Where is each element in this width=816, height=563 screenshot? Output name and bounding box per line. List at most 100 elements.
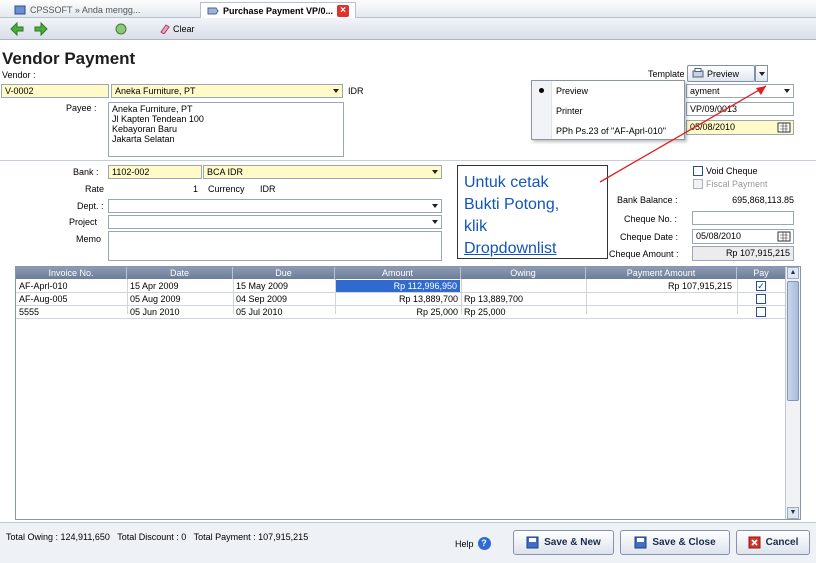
payment-icon	[207, 7, 219, 14]
cheque-date-field[interactable]: 05/08/2010	[692, 229, 794, 244]
row-divider	[16, 318, 786, 319]
memo-label: Memo	[76, 234, 102, 244]
chevron-down-icon	[758, 71, 765, 76]
pay-checkbox[interactable]: ✓	[756, 281, 766, 291]
callout-line: Dropdownlist	[464, 240, 557, 257]
tab-purchase-payment-label: Purchase Payment VP/0...	[223, 5, 334, 16]
chevron-down-icon[interactable]	[330, 85, 342, 97]
table-cell[interactable]: 15 Apr 2009	[127, 280, 233, 292]
table-cell[interactable]: AF-Aprl-010	[16, 280, 127, 292]
vertical-scrollbar[interactable]: ▲ ▼	[785, 267, 800, 519]
save-close-button[interactable]: Save & Close	[620, 530, 730, 555]
bank-code-field[interactable]: 1102-002	[108, 165, 202, 179]
vendor-label: Vendor :	[2, 70, 36, 80]
currency-value: IDR	[260, 184, 276, 194]
help-icon: ?	[477, 537, 491, 550]
cancel-icon	[748, 536, 761, 549]
cancel-label: Cancel	[765, 537, 799, 548]
scroll-thumb[interactable]	[787, 281, 799, 401]
payee-label: Payee :	[66, 103, 97, 113]
preview-label: Preview	[707, 68, 740, 79]
table-cell[interactable]: Rp 107,915,215	[586, 280, 735, 292]
bank-name-select[interactable]: BCA IDR	[203, 165, 442, 179]
menu-item-label: Printer	[556, 105, 583, 116]
invoice-grid: Invoice No. Date Due Amount Owing Paymen…	[15, 266, 801, 520]
refresh-icon[interactable]	[114, 22, 128, 36]
tab-purchase-payment[interactable]: Purchase Payment VP/0... ×	[200, 2, 357, 18]
cheque-no-field[interactable]	[692, 211, 794, 225]
table-cell[interactable]: Rp 13,889,700	[335, 293, 461, 305]
table-cell[interactable]: Rp 25,000	[335, 306, 461, 318]
cheque-date-label: Cheque Date :	[620, 232, 679, 242]
save-new-button[interactable]: Save & New	[513, 530, 614, 555]
column-header[interactable]: Payment Amount	[586, 267, 737, 279]
table-cell[interactable]: Rp 13,889,700	[461, 293, 586, 305]
annotation-arrow	[599, 85, 767, 183]
table-cell[interactable]: 05 Aug 2009	[127, 293, 233, 305]
callout-line: klik	[464, 218, 488, 235]
clear-label: Clear	[173, 24, 195, 34]
chevron-down-icon[interactable]	[429, 216, 441, 228]
callout-line: Untuk cetak	[464, 174, 549, 191]
dept-label: Dept. :	[77, 201, 104, 211]
table-cell[interactable]: 04 Sep 2009	[233, 293, 335, 305]
payee-line: Aneka Furniture, PT	[112, 104, 193, 114]
column-header[interactable]: Date	[127, 267, 233, 279]
dept-select[interactable]	[108, 199, 442, 213]
table-cell[interactable]: 05 Jul 2010	[233, 306, 335, 318]
chevron-down-icon[interactable]	[429, 166, 441, 178]
rate-field[interactable]: 1	[108, 182, 202, 196]
back-arrow-icon[interactable]	[10, 22, 24, 36]
table-cell[interactable]: 5555	[16, 306, 127, 318]
calendar-icon[interactable]	[777, 231, 791, 242]
pay-checkbox[interactable]	[756, 307, 766, 317]
save-close-label: Save & Close	[652, 537, 716, 548]
template-label: Template	[648, 69, 685, 79]
vendor-code-field[interactable]: V-0002	[1, 84, 109, 98]
forward-arrow-icon[interactable]	[34, 22, 48, 36]
printer-preview-icon	[692, 68, 704, 78]
column-header[interactable]: Invoice No.	[16, 267, 127, 279]
table-cell[interactable]	[586, 293, 735, 305]
help-button[interactable]: Help ?	[455, 537, 491, 550]
grid-line	[737, 279, 738, 314]
project-label: Project	[69, 217, 98, 227]
page-title: Vendor Payment	[2, 49, 136, 68]
close-tab-icon[interactable]: ×	[337, 4, 350, 17]
table-cell[interactable]	[461, 280, 586, 292]
column-header[interactable]: Owing	[461, 267, 586, 279]
scroll-up-icon[interactable]: ▲	[787, 267, 799, 279]
table-cell[interactable]: AF-Aug-005	[16, 293, 127, 305]
column-header[interactable]: Due	[233, 267, 335, 279]
bank-balance-value: 695,868,113.85	[732, 195, 794, 205]
bank-label: Bank :	[73, 167, 99, 177]
cancel-button[interactable]: Cancel	[736, 530, 810, 555]
annotation-callout: Untuk cetak Bukti Potong, klik Dropdownl…	[457, 165, 608, 259]
clear-button[interactable]: Clear	[160, 22, 195, 36]
pay-checkbox[interactable]	[756, 294, 766, 304]
table-cell[interactable]: 15 May 2009	[233, 280, 335, 292]
cheque-amount-field: Rp 107,915,215	[692, 246, 794, 261]
memo-field[interactable]	[108, 231, 442, 261]
column-header[interactable]: Amount	[335, 267, 461, 279]
project-select[interactable]	[108, 215, 442, 229]
table-cell-selected[interactable]: Rp 112,996,950	[336, 280, 460, 292]
currency-label: Currency	[208, 184, 245, 194]
tab-home[interactable]: CPSSOFT » Anda mengg...	[8, 2, 146, 18]
payee-field[interactable]: Aneka Furniture, PT Jl Kapten Tendean 10…	[108, 102, 344, 157]
save-icon	[634, 536, 647, 549]
cheque-amount-label: Cheque Amount :	[609, 249, 679, 259]
chevron-down-icon[interactable]	[429, 200, 441, 212]
payee-line: Jl Kapten Tendean 100	[112, 114, 204, 124]
globe-icon	[14, 5, 26, 15]
rate-label: Rate	[85, 184, 105, 194]
scroll-down-icon[interactable]: ▼	[787, 507, 799, 519]
table-cell[interactable]: 05 Jun 2010	[127, 306, 233, 318]
bank-name-value: BCA IDR	[207, 167, 244, 177]
table-cell[interactable]: Rp 25,000	[461, 306, 586, 318]
table-cell[interactable]	[586, 306, 735, 318]
chevron-down-icon[interactable]	[781, 85, 793, 97]
column-header[interactable]: Pay	[737, 267, 786, 279]
toolbar: Clear	[0, 18, 816, 40]
vendor-name-select[interactable]: Aneka Furniture, PT	[111, 84, 343, 98]
